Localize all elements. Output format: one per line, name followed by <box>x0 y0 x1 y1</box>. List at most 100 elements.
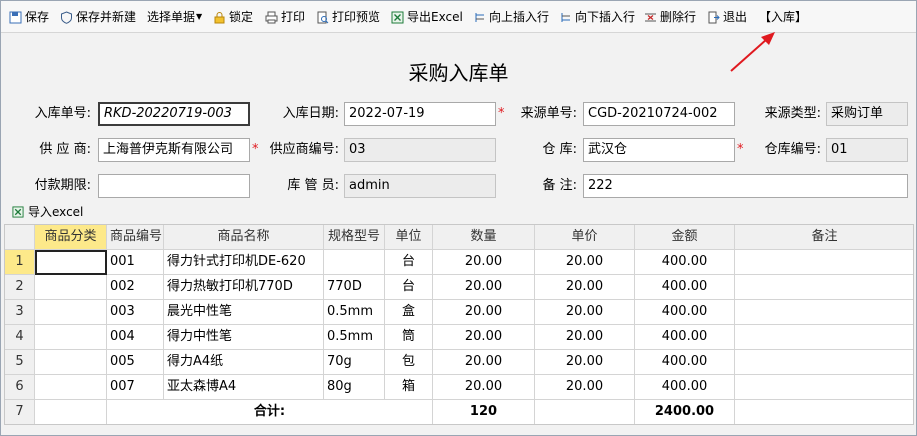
table-cell[interactable]: 002 <box>107 275 164 300</box>
column-header[interactable]: 数量 <box>433 225 535 250</box>
table-cell[interactable] <box>35 375 107 400</box>
table-cell[interactable] <box>35 325 107 350</box>
table-cell[interactable] <box>35 275 107 300</box>
table-cell[interactable]: 得力中性笔 <box>164 325 324 350</box>
row-number[interactable]: 6 <box>5 375 35 400</box>
table-cell[interactable]: 80g <box>324 375 385 400</box>
supplier-label: 供 应 商: <box>39 142 91 157</box>
table-cell[interactable] <box>735 375 913 400</box>
table-cell[interactable] <box>735 250 913 275</box>
table-cell[interactable]: 20.00 <box>535 350 635 375</box>
table-corner <box>5 225 35 250</box>
table-cell[interactable]: 005 <box>107 350 164 375</box>
annotation-arrow-icon <box>730 32 775 72</box>
row-number[interactable]: 5 <box>5 350 35 375</box>
table-cell[interactable] <box>35 350 107 375</box>
inbound-no-label: 入库单号: <box>34 106 91 121</box>
column-header[interactable]: 金额 <box>635 225 735 250</box>
table-cell[interactable]: 包 <box>385 350 433 375</box>
import-excel-button[interactable]: 导入excel <box>12 204 83 220</box>
table-cell[interactable]: 得力A4纸 <box>164 350 324 375</box>
row-number[interactable]: 4 <box>5 325 35 350</box>
table-cell[interactable]: 001 <box>107 250 164 275</box>
column-header[interactable]: 商品编号 <box>107 225 164 250</box>
table-cell[interactable]: 70g <box>324 350 385 375</box>
table-cell[interactable] <box>735 325 913 350</box>
table-cell[interactable]: 20.00 <box>535 375 635 400</box>
table-cell[interactable]: 003 <box>107 300 164 325</box>
row-number[interactable]: 2 <box>5 275 35 300</box>
inbound-date-field[interactable]: 2022-07-19 <box>344 102 496 126</box>
table-cell[interactable] <box>735 300 913 325</box>
table-cell[interactable] <box>324 250 385 275</box>
table-cell[interactable]: 0.5mm <box>324 325 385 350</box>
table-cell[interactable] <box>735 350 913 375</box>
table-cell[interactable]: 400.00 <box>635 275 735 300</box>
row-number[interactable]: 1 <box>5 250 35 275</box>
row-number[interactable]: 7 <box>5 400 35 424</box>
remark-field[interactable]: 222 <box>583 174 908 198</box>
table-cell[interactable]: 得力针式打印机DE-620 <box>164 250 324 275</box>
table-cell[interactable]: 400.00 <box>635 350 735 375</box>
table-cell[interactable]: 台 <box>385 250 433 275</box>
table-cell[interactable]: 20.00 <box>433 250 535 275</box>
window: 保存 保存并新建 选择单据 ▼ 锁定 打印 打印预览 导出Excel 向上插入行 <box>0 0 917 436</box>
table-cell[interactable] <box>735 275 913 300</box>
row-number[interactable]: 3 <box>5 300 35 325</box>
table-cell[interactable]: 20.00 <box>433 375 535 400</box>
table-cell[interactable]: 400.00 <box>635 325 735 350</box>
table-cell[interactable] <box>35 250 107 275</box>
table-cell[interactable]: 亚太森博A4 <box>164 375 324 400</box>
warehouse-code-field[interactable]: 01 <box>826 138 908 162</box>
payment-term-field[interactable] <box>98 174 250 198</box>
keeper-label: 库 管 员: <box>287 178 339 193</box>
inbound-no-field[interactable]: RKD-20220719-003 <box>98 102 250 126</box>
table-cell[interactable]: 770D <box>324 275 385 300</box>
table-cell[interactable]: 20.00 <box>433 300 535 325</box>
supplier-code-field[interactable]: 03 <box>344 138 496 162</box>
table-cell[interactable]: 20.00 <box>433 325 535 350</box>
table-cell[interactable]: 20.00 <box>433 350 535 375</box>
source-no-field[interactable]: CGD-20210724-002 <box>583 102 735 126</box>
excel-icon <box>12 206 24 218</box>
column-header[interactable]: 备注 <box>735 225 913 250</box>
table-cell[interactable]: 盒 <box>385 300 433 325</box>
total-label: 合计: <box>107 400 433 424</box>
table-cell[interactable]: 箱 <box>385 375 433 400</box>
table-cell[interactable]: 20.00 <box>535 325 635 350</box>
table-cell[interactable]: 0.5mm <box>324 300 385 325</box>
column-header[interactable]: 商品分类 <box>35 225 107 250</box>
table-cell[interactable]: 20.00 <box>535 275 635 300</box>
source-type-field[interactable]: 采购订单 <box>826 102 908 126</box>
warehouse-code-label: 仓库编号: <box>764 142 821 157</box>
keeper-field[interactable]: admin <box>344 174 496 198</box>
table-cell[interactable]: 筒 <box>385 325 433 350</box>
table-cell[interactable]: 20.00 <box>535 300 635 325</box>
warehouse-label: 仓 库: <box>542 142 577 157</box>
inbound-date-label: 入库日期: <box>282 106 339 121</box>
source-type-label: 来源类型: <box>764 106 821 121</box>
column-header[interactable]: 单位 <box>385 225 433 250</box>
source-no-label: 来源单号: <box>520 106 577 121</box>
table-cell[interactable]: 004 <box>107 325 164 350</box>
total-qty: 120 <box>433 400 535 424</box>
table-cell[interactable]: 20.00 <box>535 250 635 275</box>
table-cell[interactable]: 晨光中性笔 <box>164 300 324 325</box>
table-cell[interactable] <box>735 400 913 424</box>
table-cell[interactable] <box>35 400 107 424</box>
table-cell[interactable]: 得力热敏打印机770D <box>164 275 324 300</box>
column-header[interactable]: 规格型号 <box>324 225 385 250</box>
column-header[interactable]: 商品名称 <box>164 225 324 250</box>
remark-label: 备 注: <box>542 178 577 193</box>
table-cell[interactable] <box>535 400 635 424</box>
table-cell[interactable]: 007 <box>107 375 164 400</box>
supplier-field[interactable]: 上海普伊克斯有限公司 <box>98 138 250 162</box>
warehouse-field[interactable]: 武汉仓 <box>583 138 735 162</box>
table-cell[interactable] <box>35 300 107 325</box>
table-cell[interactable]: 400.00 <box>635 250 735 275</box>
table-cell[interactable]: 400.00 <box>635 375 735 400</box>
column-header[interactable]: 单价 <box>535 225 635 250</box>
table-cell[interactable]: 400.00 <box>635 300 735 325</box>
table-cell[interactable]: 台 <box>385 275 433 300</box>
table-cell[interactable]: 20.00 <box>433 275 535 300</box>
